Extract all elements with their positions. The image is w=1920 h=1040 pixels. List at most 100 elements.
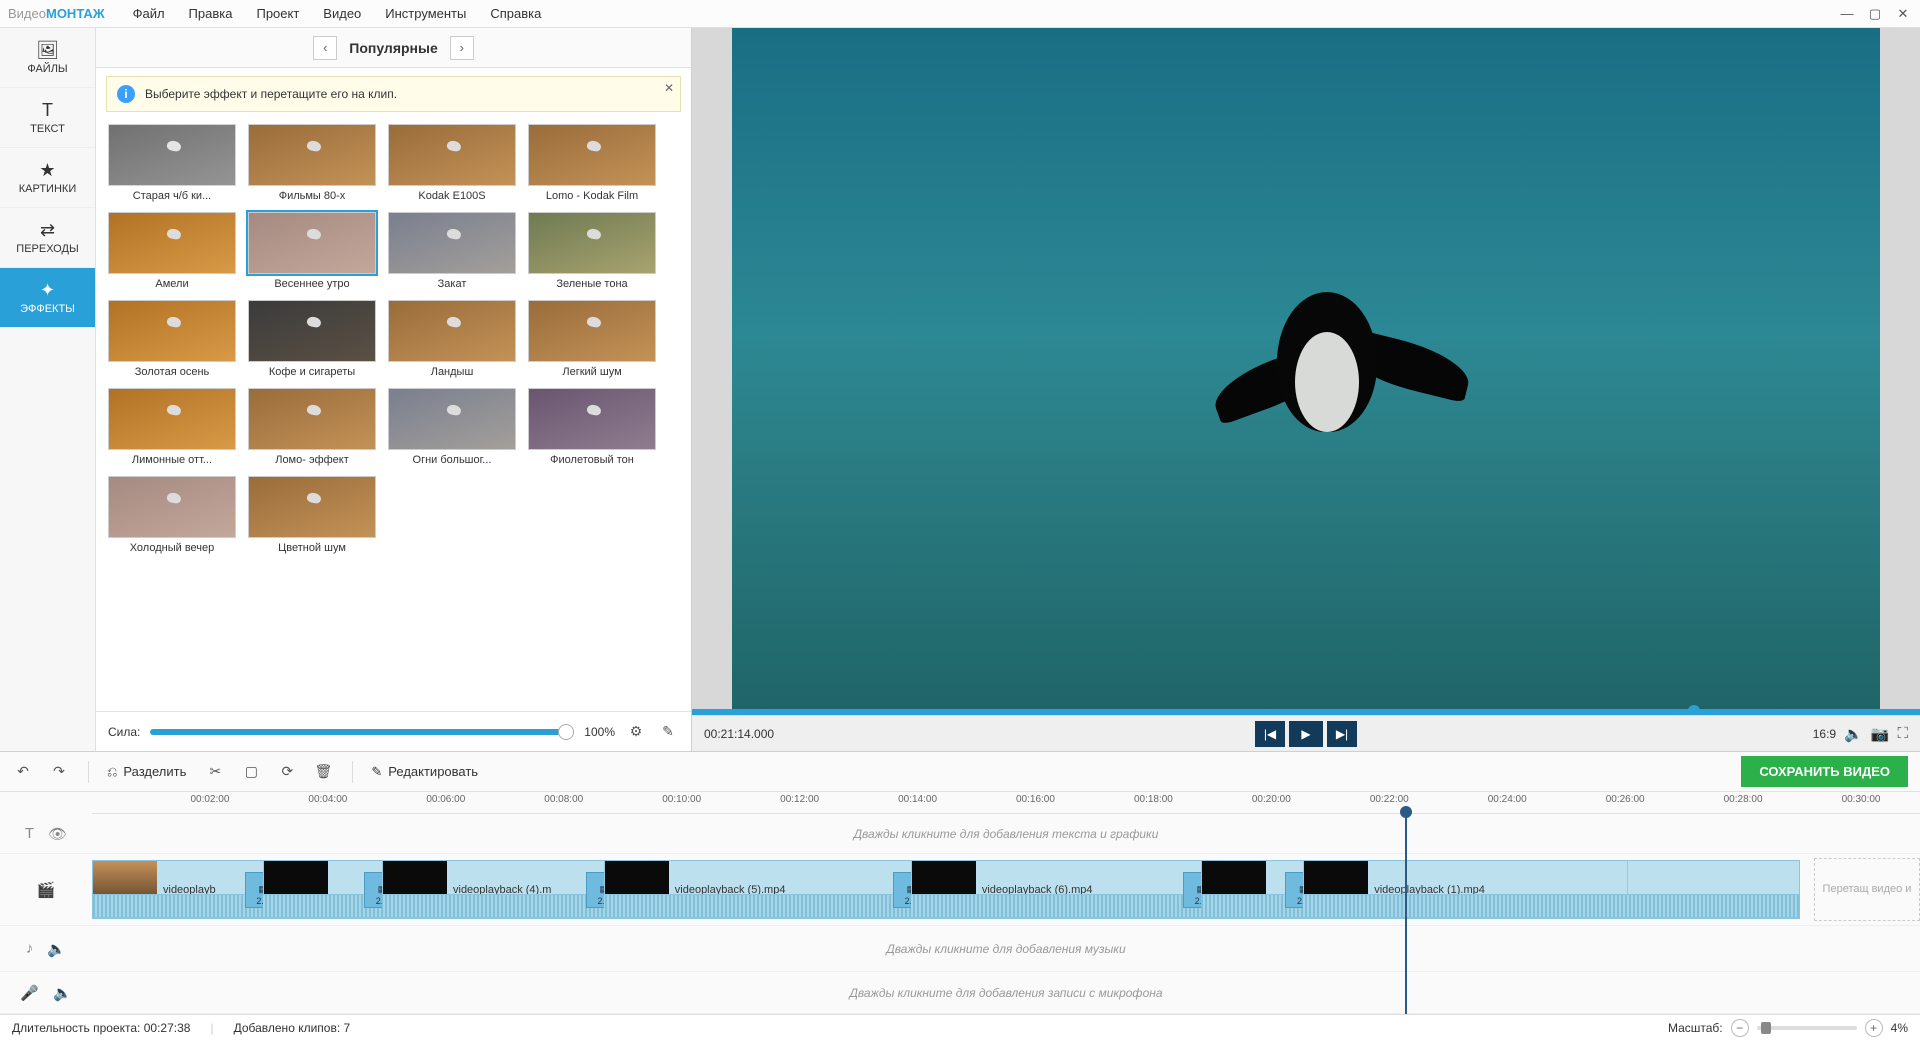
playhead[interactable]: [1405, 814, 1407, 1014]
visibility-icon[interactable]: 👁: [48, 825, 67, 843]
menu-item[interactable]: Файл: [133, 6, 165, 21]
effect-item[interactable]: Lomo - Kodak Film: [528, 124, 656, 202]
effect-label: Цветной шум: [248, 538, 376, 554]
menu-item[interactable]: Правка: [189, 6, 233, 21]
effect-item[interactable]: Kodak E100S: [388, 124, 516, 202]
redo-button[interactable]: ↷: [48, 761, 70, 783]
left-tab-файлы[interactable]: 🖼ФАЙЛЫ: [0, 28, 95, 88]
transition-marker[interactable]: ▦2.0: [364, 872, 383, 908]
save-video-button[interactable]: СОХРАНИТЬ ВИДЕО: [1741, 756, 1908, 787]
effect-thumb: [388, 212, 516, 274]
menu-item[interactable]: Справка: [490, 6, 541, 21]
effect-item[interactable]: Золотая осень: [108, 300, 236, 378]
time-ruler[interactable]: 00:02:0000:04:0000:06:0000:08:0000:10:00…: [92, 792, 1920, 814]
effect-thumb: [528, 124, 656, 186]
minimize-button[interactable]: ―: [1838, 6, 1856, 22]
effect-thumb: [248, 124, 376, 186]
effect-item[interactable]: Холодный вечер: [108, 476, 236, 554]
transition-marker[interactable]: ▦2.0: [586, 872, 605, 908]
effect-item[interactable]: Старая ч/б ки...: [108, 124, 236, 202]
mute-icon[interactable]: 🔈: [47, 940, 66, 958]
tab-icon: T: [42, 101, 53, 119]
strength-value: 100%: [584, 725, 615, 739]
effect-item[interactable]: Цветной шум: [248, 476, 376, 554]
video-dropzone[interactable]: Перетащ видео и: [1814, 858, 1920, 921]
maximize-button[interactable]: ▢: [1866, 6, 1884, 22]
zoom-slider[interactable]: [1757, 1026, 1857, 1030]
settings-icon[interactable]: ⚙: [625, 721, 647, 743]
prev-frame-button[interactable]: |◀: [1255, 721, 1285, 747]
ruler-tick: 00:18:00: [1134, 794, 1173, 805]
menubar: Файл Правка Проект Видео Инструменты Справка: [133, 6, 542, 21]
strength-row: Сила: 100% ⚙ ✎: [96, 711, 691, 751]
video-track[interactable]: 🎬 videoplayb▦2.0▦2.0videoplayback (4).m▦…: [0, 854, 1920, 926]
split-button[interactable]: ⎌Разделить: [107, 764, 186, 780]
zoom-out-button[interactable]: −: [1731, 1019, 1749, 1037]
left-tab-текст[interactable]: T ТЕКСТ: [0, 88, 95, 148]
voice-track-hint: Дважды кликните для добавления записи с …: [92, 986, 1920, 1000]
transition-marker[interactable]: ▦2.0: [1285, 872, 1304, 908]
mute-icon[interactable]: 🔈: [53, 984, 72, 1002]
left-tab-эффекты[interactable]: ✦ЭФФЕКТЫ: [0, 268, 95, 328]
play-button[interactable]: ▶: [1289, 721, 1323, 747]
effect-item[interactable]: Фильмы 80-х: [248, 124, 376, 202]
ruler-tick: 00:06:00: [426, 794, 465, 805]
zoom-in-button[interactable]: +: [1865, 1019, 1883, 1037]
effect-label: Фиолетовый тон: [528, 450, 656, 466]
volume-icon[interactable]: 🔈: [1844, 725, 1863, 743]
effect-item[interactable]: Огни большог...: [388, 388, 516, 466]
effects-grid: Старая ч/б ки...Фильмы 80-хKodak E100SLo…: [96, 120, 691, 711]
text-track[interactable]: T👁 Дважды кликните для добавления текста…: [0, 814, 1920, 854]
transition-marker[interactable]: ▦2.0: [1183, 872, 1202, 908]
voice-track[interactable]: 🎤🔈 Дважды кликните для добавления записи…: [0, 972, 1920, 1014]
strength-slider[interactable]: [150, 729, 574, 735]
transition-marker[interactable]: ▦2.0: [893, 872, 912, 908]
fullscreen-icon[interactable]: ⛶: [1897, 725, 1908, 742]
effect-label: Золотая осень: [108, 362, 236, 378]
effect-item[interactable]: Ломо- эффект: [248, 388, 376, 466]
effect-thumb: [108, 388, 236, 450]
prev-category-button[interactable]: ‹: [313, 36, 337, 60]
effect-thumb: [248, 388, 376, 450]
cut-button[interactable]: ✂: [204, 761, 226, 783]
ruler-tick: 00:14:00: [898, 794, 937, 805]
statusbar: Длительность проекта: 00:27:38 | Добавле…: [0, 1014, 1920, 1040]
crop-button[interactable]: ▢: [240, 761, 262, 783]
left-tab-картинки[interactable]: ★КАРТИНКИ: [0, 148, 95, 208]
rotate-button[interactable]: ⟳: [276, 761, 298, 783]
brush-icon[interactable]: ✎: [657, 721, 679, 743]
music-track[interactable]: ♪🔈 Дважды кликните для добавления музыки: [0, 926, 1920, 972]
menu-item[interactable]: Видео: [323, 6, 361, 21]
next-frame-button[interactable]: ▶|: [1327, 721, 1357, 747]
tab-icon: ★: [39, 161, 55, 179]
info-close-button[interactable]: ✕: [664, 81, 674, 95]
effect-item[interactable]: Лимонные отт...: [108, 388, 236, 466]
close-button[interactable]: ✕: [1894, 6, 1912, 22]
delete-button[interactable]: 🗑: [312, 761, 334, 783]
effect-item[interactable]: Легкий шум: [528, 300, 656, 378]
ruler-tick: 00:22:00: [1370, 794, 1409, 805]
effect-item[interactable]: Закат: [388, 212, 516, 290]
preview-panel: 00:21:14.000 |◀ ▶ ▶| 16:9 🔈 📷 ⛶: [692, 28, 1920, 751]
effect-item[interactable]: Зеленые тона: [528, 212, 656, 290]
effect-item[interactable]: Кофе и сигареты: [248, 300, 376, 378]
effect-item[interactable]: Весеннее утро: [248, 212, 376, 290]
menu-item[interactable]: Проект: [256, 6, 299, 21]
effect-item[interactable]: Ландыш: [388, 300, 516, 378]
transition-marker[interactable]: ▦2.0: [245, 872, 264, 908]
snapshot-icon[interactable]: 📷: [1871, 725, 1890, 743]
effect-item[interactable]: Амели: [108, 212, 236, 290]
left-tab-переходы[interactable]: ⇄ПЕРЕХОДЫ: [0, 208, 95, 268]
tab-icon: ⇄: [40, 221, 55, 239]
next-category-button[interactable]: ›: [450, 36, 474, 60]
tab-label: ТЕКСТ: [30, 123, 65, 135]
video-frame[interactable]: [732, 28, 1880, 709]
effect-label: Лимонные отт...: [108, 450, 236, 466]
menu-item[interactable]: Инструменты: [385, 6, 466, 21]
effect-thumb: [108, 124, 236, 186]
panel-header: ‹ Популярные ›: [96, 28, 691, 68]
edit-button[interactable]: ✎Редактировать: [371, 764, 478, 780]
undo-button[interactable]: ↶: [12, 761, 34, 783]
effect-item[interactable]: Фиолетовый тон: [528, 388, 656, 466]
info-text: Выберите эффект и перетащите его на клип…: [145, 87, 397, 101]
